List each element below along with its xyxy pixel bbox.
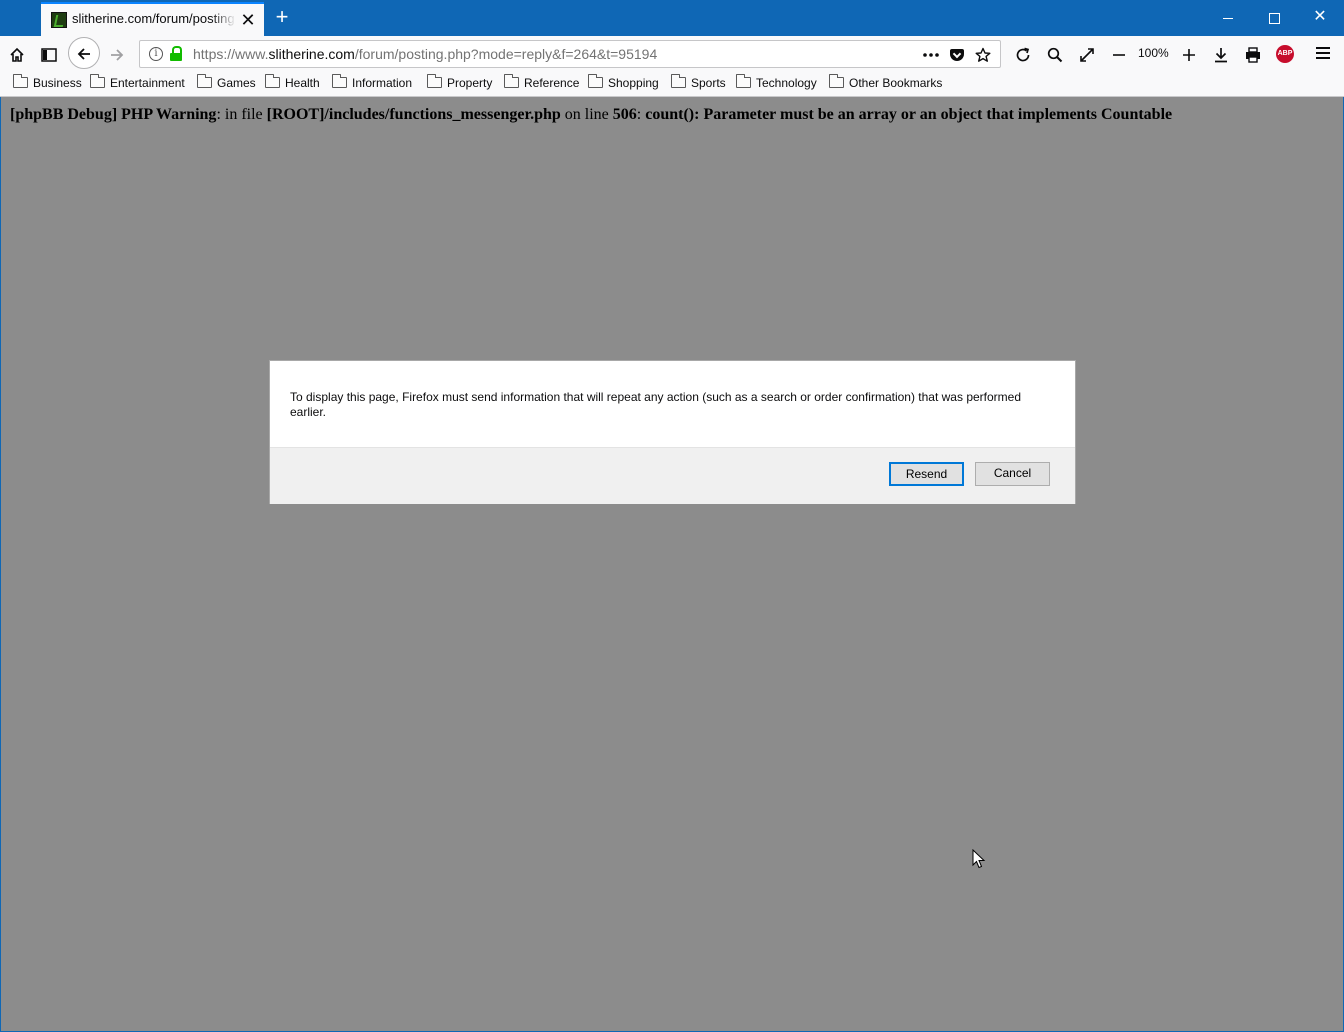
bookmark-label: Property <box>447 76 493 90</box>
tab-title: slitherine.com/forum/posting.php <box>72 11 236 26</box>
bookmark-folder[interactable]: Entertainment <box>90 74 185 94</box>
bookmark-folder[interactable]: Sports <box>671 74 726 94</box>
cancel-button[interactable]: Cancel <box>975 462 1050 486</box>
reload-icon <box>1016 47 1030 61</box>
site-favicon-icon <box>51 12 67 28</box>
maximize-button[interactable] <box>1251 0 1297 34</box>
page-actions-icon[interactable] <box>920 43 942 65</box>
bookmark-label: Games <box>217 76 256 90</box>
sidebar-button[interactable] <box>35 40 63 68</box>
warning-separator: : <box>636 106 646 123</box>
php-warning-message: [phpBB Debug] PHP Warning: in file [ROOT… <box>10 106 1172 124</box>
printer-icon <box>1246 46 1260 63</box>
folder-icon <box>197 74 212 88</box>
print-button[interactable] <box>1239 40 1267 68</box>
mouse-cursor-icon <box>972 849 986 869</box>
warning-line: 506 <box>612 106 637 123</box>
warning-tag: [phpBB Debug] PHP Warning <box>10 106 217 123</box>
folder-icon <box>13 74 28 88</box>
zoom-in-button[interactable] <box>1175 40 1203 68</box>
expand-icon <box>1080 47 1094 62</box>
window-close-button[interactable]: ✕ <box>1297 0 1343 34</box>
minus-icon <box>1113 53 1125 56</box>
folder-icon <box>829 74 844 88</box>
title-bar: slitherine.com/forum/posting.php ✕ + ✕ <box>0 0 1344 36</box>
bookmark-label: Sports <box>691 76 726 90</box>
bookmark-label: Reference <box>524 76 580 90</box>
bookmark-star-icon[interactable] <box>972 43 994 65</box>
back-arrow-icon <box>77 48 90 60</box>
warning-in-file: : in file <box>216 106 267 123</box>
downloads-button[interactable] <box>1207 40 1235 68</box>
navigation-toolbar: i https://www.slitherine.com/forum/posti… <box>0 36 1344 72</box>
folder-icon <box>332 74 347 88</box>
folder-icon <box>427 74 442 88</box>
reload-button[interactable] <box>1009 40 1037 68</box>
bookmark-folder[interactable]: Technology <box>736 74 817 94</box>
bookmark-label: Information <box>352 76 413 90</box>
search-button[interactable] <box>1041 40 1069 68</box>
folder-icon <box>588 74 603 88</box>
fullscreen-button[interactable] <box>1073 40 1101 68</box>
url-path: /forum/posting.php?mode=reply&f=264&t=95… <box>354 46 658 62</box>
url-text[interactable]: https://www.slitherine.com/forum/posting… <box>193 46 657 62</box>
url-domain: slitherine.com <box>268 46 355 62</box>
warning-text: count(): Parameter must be an array or a… <box>645 106 1173 123</box>
forward-arrow-icon <box>111 48 124 61</box>
warning-file: [ROOT]/includes/functions_messenger.php <box>266 106 561 123</box>
new-tab-button[interactable]: + <box>270 5 294 29</box>
dialog-footer: Resend Cancel <box>270 447 1075 504</box>
bookmark-label: Business <box>33 76 82 90</box>
menu-icon[interactable] <box>1316 47 1330 59</box>
url-prefix: https://www. <box>193 46 269 62</box>
bookmark-folder[interactable]: Property <box>427 74 493 94</box>
warning-on-line: on line <box>560 106 613 123</box>
search-icon <box>1047 47 1063 62</box>
folder-icon <box>265 74 280 88</box>
folder-icon <box>90 74 105 88</box>
active-tab[interactable]: slitherine.com/forum/posting.php ✕ <box>41 2 264 36</box>
resend-button[interactable]: Resend <box>889 462 964 486</box>
maximize-icon <box>1268 12 1280 24</box>
page-content: [phpBB Debug] PHP Warning: in file [ROOT… <box>0 97 1344 1032</box>
bookmark-label: Shopping <box>608 76 659 90</box>
minimize-button[interactable] <box>1205 0 1251 34</box>
minimize-icon <box>1223 17 1233 19</box>
folder-icon <box>736 74 751 88</box>
bookmark-folder[interactable]: Shopping <box>588 74 659 94</box>
bookmarks-toolbar: Business Entertainment Games Health Info… <box>0 72 1344 97</box>
resend-confirm-dialog: To display this page, Firefox must send … <box>269 360 1076 504</box>
dialog-message: To display this page, Firefox must send … <box>290 390 1022 419</box>
bookmark-label: Other Bookmarks <box>849 76 943 90</box>
bookmark-label: Health <box>285 76 320 90</box>
zoom-out-button[interactable] <box>1105 40 1133 68</box>
bookmark-folder[interactable]: Information <box>332 74 413 94</box>
plus-icon <box>1183 48 1195 61</box>
bookmark-folder[interactable]: Games <box>197 74 256 94</box>
bookmark-folder[interactable]: Health <box>265 74 320 94</box>
bookmark-folder[interactable]: Business <box>13 74 82 94</box>
bookmark-folder[interactable]: Reference <box>504 74 580 94</box>
tab-close-icon[interactable]: ✕ <box>238 10 258 30</box>
bookmark-folder[interactable]: Other Bookmarks <box>829 74 943 94</box>
secure-lock-icon[interactable] <box>170 46 182 62</box>
sidebar-icon <box>41 47 57 62</box>
download-icon <box>1215 47 1227 62</box>
home-icon <box>10 47 24 62</box>
bookmark-label: Entertainment <box>110 76 185 90</box>
back-button[interactable] <box>68 37 100 69</box>
pocket-icon[interactable] <box>946 43 968 65</box>
forward-button[interactable] <box>103 40 131 68</box>
home-button[interactable] <box>3 40 31 68</box>
bookmark-label: Technology <box>756 76 817 90</box>
url-bar[interactable]: i https://www.slitherine.com/forum/posti… <box>139 40 1001 68</box>
adblock-icon[interactable]: ABP <box>1276 45 1294 63</box>
folder-icon <box>671 74 686 88</box>
zoom-level[interactable]: 100% <box>1138 46 1169 60</box>
site-info-icon[interactable]: i <box>149 47 163 61</box>
folder-icon <box>504 74 519 88</box>
